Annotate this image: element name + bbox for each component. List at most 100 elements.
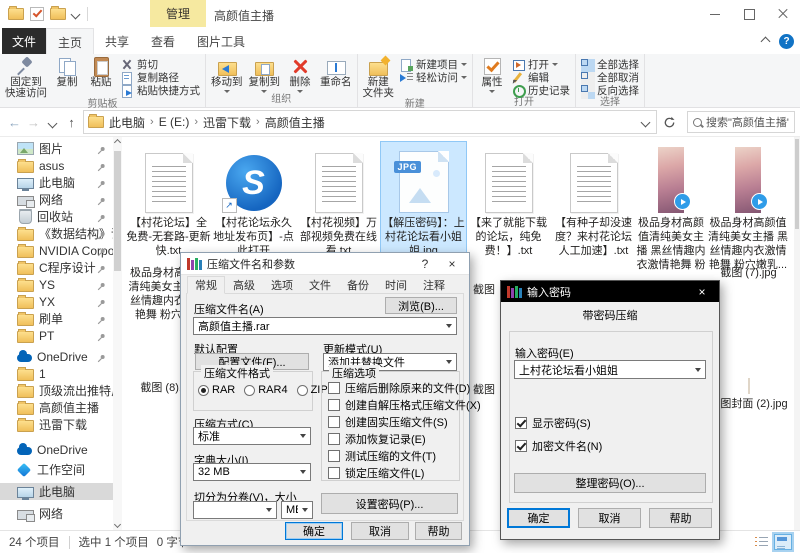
tab-file[interactable]: 文件	[2, 28, 46, 54]
sidebar-item-图片[interactable]: 图片	[0, 140, 113, 157]
breadcrumb-item[interactable]: 迅雷下载	[198, 114, 256, 131]
close-icon[interactable]: ×	[691, 285, 713, 299]
rar-tab-文件[interactable]: 文件	[301, 276, 339, 294]
breadcrumb-item[interactable]: E (E:)	[154, 115, 195, 129]
set-password-button[interactable]: 设置密码(P)...	[321, 493, 458, 514]
ribbon-button-history[interactable]: 历史记录	[509, 84, 573, 97]
file-item[interactable]: 截图 (7).jpg	[706, 262, 791, 280]
rar-option-checkbox[interactable]: 压缩后删除原来的文件(D)	[328, 380, 470, 396]
close-button[interactable]	[766, 0, 800, 28]
folder-icon[interactable]	[8, 8, 24, 20]
sidebar-item-C程序设计[interactable]: C程序设计	[0, 259, 113, 276]
sidebar-item-网络[interactable]: 网络	[0, 191, 113, 208]
ribbon-button-delete[interactable]: 删除	[283, 55, 317, 94]
maximize-button[interactable]	[732, 0, 766, 28]
scroll-down-icon[interactable]	[114, 520, 121, 529]
file-area-scrollbar[interactable]	[794, 137, 800, 530]
minimize-button[interactable]	[698, 0, 732, 28]
rar-help-button[interactable]: 帮助	[415, 522, 462, 540]
tab-查看[interactable]: 查看	[140, 28, 186, 54]
scrollbar-thumb[interactable]	[114, 151, 121, 271]
folder-icon[interactable]	[50, 8, 66, 20]
sidebar-item-《数据结构》课程[interactable]: 《数据结构》课程	[0, 225, 113, 242]
rar-tab-常规[interactable]: 常规	[187, 276, 225, 294]
rar-option-checkbox[interactable]: 锁定压缩文件(L)	[328, 465, 424, 481]
dictionary-size-select[interactable]: 32 MB	[193, 463, 311, 481]
tab-主页[interactable]: 主页	[46, 28, 94, 55]
split-volumes-input[interactable]	[193, 501, 277, 519]
tab-图片工具[interactable]: 图片工具	[186, 28, 256, 54]
close-icon[interactable]: ×	[441, 257, 463, 271]
browse-button[interactable]: 浏览(B)...	[385, 297, 457, 314]
sidebar-item-网络[interactable]: 网络	[0, 505, 113, 522]
ribbon-button-newfolder[interactable]: 新建 文件夹	[360, 55, 398, 99]
password-cancel-button[interactable]: 取消	[578, 508, 641, 528]
sidebar-item-工作空间[interactable]: 工作空间	[0, 461, 113, 478]
sidebar-item-1[interactable]: 1	[0, 365, 113, 382]
help-icon[interactable]: ?	[779, 34, 794, 49]
compression-method-select[interactable]: 标准	[193, 427, 311, 445]
ribbon-button-paste[interactable]: 粘贴	[84, 55, 118, 99]
rar-tab-注释[interactable]: 注释	[415, 276, 453, 294]
ribbon-button-rename[interactable]: 重命名	[317, 55, 355, 94]
sidebar-item-此电脑[interactable]: 此电脑	[0, 483, 113, 500]
search-input[interactable]: 搜索"高颜值主播"	[687, 111, 795, 133]
manage-contextual-tab[interactable]: 管理	[150, 0, 206, 27]
recent-locations-chevron-icon[interactable]	[43, 115, 62, 130]
details-view-icon[interactable]	[755, 536, 768, 548]
rar-option-checkbox[interactable]: 测试压缩的文件(T)	[328, 448, 436, 464]
sidebar-scrollbar[interactable]	[113, 137, 122, 530]
archive-name-input[interactable]: 高颜值主播.rar	[193, 317, 457, 335]
ribbon-button-easyaccess[interactable]: 轻松访问	[397, 71, 470, 84]
ribbon-button-moveto[interactable]: 移动到	[208, 55, 246, 94]
sidebar-item-NVIDIA Corpora[interactable]: NVIDIA Corpora	[0, 242, 113, 259]
up-icon[interactable]: ↑	[62, 115, 81, 130]
file-item[interactable]: 【来了就能下载的论坛，纯免费！】.txt	[466, 142, 551, 272]
dialog-help-button[interactable]: ?	[414, 257, 436, 271]
ribbon-button-props[interactable]: 属性	[475, 55, 509, 97]
file-item[interactable]: 【有种子却没速度？来村花论坛人工加速】.txt	[551, 142, 636, 272]
tab-共享[interactable]: 共享	[94, 28, 140, 54]
rar-tab-高级[interactable]: 高级	[225, 276, 263, 294]
password-ok-button[interactable]: 确定	[507, 508, 570, 528]
password-option-checkbox[interactable]: 加密文件名(N)	[515, 438, 602, 454]
format-radio-RAR4[interactable]: RAR4	[244, 384, 287, 396]
sidebar-item-回收站[interactable]: 回收站	[0, 208, 113, 225]
split-unit-select[interactable]: MB	[281, 501, 313, 519]
sidebar-item-YX[interactable]: YX	[0, 293, 113, 310]
refresh-icon[interactable]	[657, 111, 681, 133]
ribbon-button-selinv[interactable]: 反向选择	[578, 84, 642, 97]
breadcrumb[interactable]: 此电脑›E (E:)›迅雷下载›高颜值主播	[83, 110, 657, 134]
qat-customize-chevron-icon[interactable]	[71, 9, 81, 19]
rar-tab-备份[interactable]: 备份	[339, 276, 377, 294]
breadcrumb-item[interactable]: 此电脑	[104, 114, 150, 131]
format-radio-RAR[interactable]: RAR	[198, 384, 235, 396]
sidebar-item-YS[interactable]: YS	[0, 276, 113, 293]
sidebar-item-OneDrive[interactable]: OneDrive	[0, 348, 113, 365]
password-input[interactable]: 上村花论坛看小姐姐	[514, 360, 706, 379]
sidebar-item-此电脑[interactable]: 此电脑	[0, 174, 113, 191]
password-help-button[interactable]: 帮助	[649, 508, 712, 528]
properties-icon[interactable]	[30, 7, 44, 21]
scroll-up-icon[interactable]	[114, 138, 121, 147]
sidebar-item-PT[interactable]: PT	[0, 327, 113, 344]
sidebar-item-刷单[interactable]: 刷单	[0, 310, 113, 327]
sidebar-item-顶级流出推特反差女[interactable]: 顶级流出推特反差女	[0, 382, 113, 399]
rar-tab-选项[interactable]: 选项	[263, 276, 301, 294]
sidebar-item-asus[interactable]: asus	[0, 157, 113, 174]
sidebar-item-OneDrive[interactable]: OneDrive	[0, 441, 113, 458]
sidebar-item-高颜值主播[interactable]: 高颜值主播	[0, 399, 113, 416]
ribbon-button-pin[interactable]: 固定到 快速访问	[2, 55, 50, 99]
breadcrumb-item[interactable]: 高颜值主播	[260, 114, 330, 131]
file-item[interactable]: 极品身材高颜值清纯美女主播 黑丝情趣内衣激情艳舞 粉穴嫩乳...	[706, 142, 790, 272]
file-item[interactable]: 极品身材高颜值清纯美女主播 黑丝情趣内衣激情艳舞 粉穴嫩乳...	[636, 142, 706, 272]
back-icon[interactable]: ←	[5, 115, 24, 130]
ribbon-button-copyto[interactable]: 复制到	[246, 55, 284, 94]
forward-icon[interactable]: →	[24, 115, 43, 130]
ribbon-button-copy[interactable]: 复制	[50, 55, 84, 99]
organize-passwords-button[interactable]: 整理密码(O)...	[514, 473, 706, 493]
rar-ok-button[interactable]: 确定	[285, 522, 343, 540]
sidebar-item-迅雷下载[interactable]: 迅雷下载	[0, 416, 113, 433]
ribbon-button-shortcut[interactable]: 粘贴快捷方式	[118, 84, 203, 97]
thumbnail-view-icon[interactable]	[774, 534, 792, 550]
